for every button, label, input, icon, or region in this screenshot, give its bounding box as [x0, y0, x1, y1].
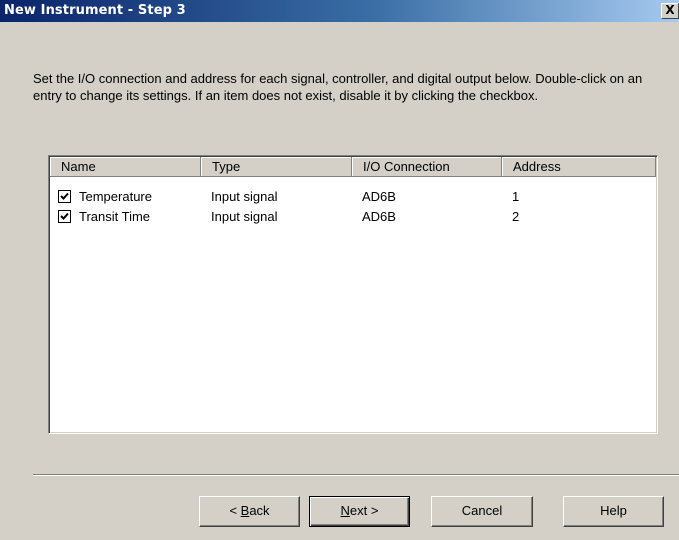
- column-header-name[interactable]: Name: [50, 157, 201, 177]
- window-title: New Instrument - Step 3: [4, 3, 186, 18]
- instructions-text: Set the I/O connection and address for e…: [33, 71, 643, 103]
- separator: [33, 474, 679, 476]
- column-header-type[interactable]: Type: [201, 157, 352, 177]
- row-type: Input signal: [211, 209, 278, 224]
- next-button[interactable]: Next >: [309, 496, 410, 527]
- enable-checkbox[interactable]: [58, 210, 71, 223]
- list-row-temperature[interactable]: Temperature Input signal AD6B 1: [49, 187, 657, 207]
- row-name: Transit Time: [79, 209, 151, 224]
- enable-checkbox[interactable]: [58, 190, 71, 203]
- row-name: Temperature: [79, 189, 152, 204]
- row-type: Input signal: [211, 189, 278, 204]
- row-address: 2: [512, 209, 520, 224]
- checkmark-icon: [60, 192, 69, 200]
- cancel-label: Cancel: [461, 503, 503, 518]
- back-label-rest: ack: [249, 503, 270, 518]
- cancel-button[interactable]: Cancel: [431, 496, 533, 527]
- row-address: 1: [512, 189, 520, 204]
- back-button[interactable]: < Back: [199, 496, 300, 527]
- row-io-connection: AD6B: [362, 209, 396, 224]
- next-label-mnemonic: N: [340, 503, 350, 518]
- signal-list[interactable]: Name Type I/O Connection Address Tempera…: [48, 155, 658, 434]
- back-label-prefix: <: [229, 503, 241, 518]
- checkmark-icon: [60, 212, 69, 220]
- close-button[interactable]: X: [661, 3, 679, 19]
- next-label-rest: ext >: [349, 503, 379, 518]
- list-row-transit-time[interactable]: Transit Time Input signal AD6B 2: [49, 207, 657, 227]
- close-icon: X: [665, 3, 675, 17]
- help-button[interactable]: Help: [563, 496, 664, 527]
- column-header-io-connection[interactable]: I/O Connection: [352, 157, 502, 177]
- help-label: Help: [600, 503, 627, 518]
- title-bar: New Instrument - Step 3 X: [0, 0, 679, 22]
- column-header-address[interactable]: Address: [502, 157, 656, 177]
- row-io-connection: AD6B: [362, 189, 396, 204]
